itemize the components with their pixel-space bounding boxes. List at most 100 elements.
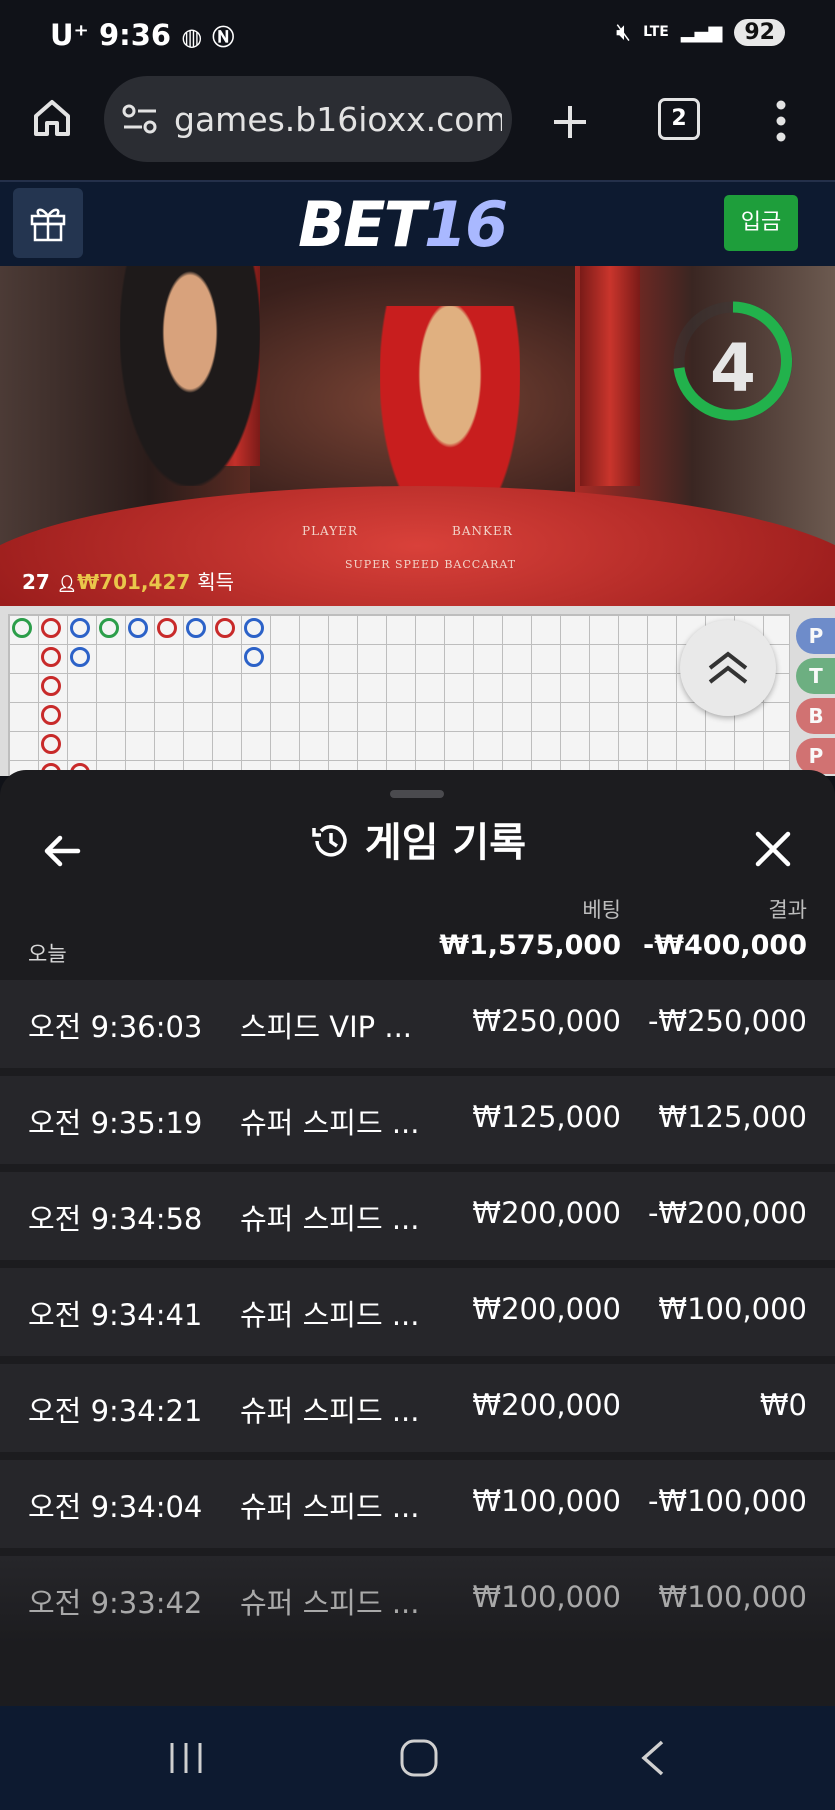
- network-label: LTE: [643, 24, 669, 40]
- bead-player: [70, 618, 90, 638]
- bead-tie: [12, 618, 32, 638]
- row-bet: ₩100,000: [472, 1484, 621, 1518]
- row-bet: ₩200,000: [472, 1292, 621, 1326]
- row-game: 슈퍼 스피드 ...: [240, 1490, 420, 1524]
- history-row[interactable]: 오전 9:34:41 슈퍼 스피드 ... ₩200,000 ₩100,000: [0, 1268, 835, 1356]
- home-icon[interactable]: [30, 96, 74, 140]
- bead-banker: [41, 676, 61, 696]
- felt-player-label: PLAYER: [302, 524, 358, 538]
- video-pillar: [580, 266, 640, 486]
- logo-number: 16: [423, 188, 508, 261]
- history-row[interactable]: 오전 9:34:04 슈퍼 스피드 ... ₩100,000 -₩100,000: [0, 1460, 835, 1548]
- row-bet: ₩100,000: [472, 1580, 621, 1614]
- player-count: 27: [22, 570, 50, 594]
- mute-icon: 🔇︎: [616, 18, 632, 46]
- row-result: ₩100,000: [658, 1292, 807, 1326]
- bead-banker: [41, 618, 61, 638]
- win-suffix: 획득: [197, 570, 235, 594]
- row-time: 오전 9:34:21: [28, 1394, 203, 1428]
- back-nav-icon[interactable]: [636, 1738, 670, 1778]
- bead-banker: [41, 647, 61, 667]
- side-button-tie[interactable]: T: [796, 658, 835, 694]
- url-text: games.b16ioxx.com/: [174, 100, 502, 139]
- bead-banker: [215, 618, 235, 638]
- row-result: -₩200,000: [647, 1196, 807, 1230]
- row-game: 슈퍼 스피드 ...: [240, 1586, 420, 1620]
- felt-banker-label: BANKER: [452, 524, 513, 538]
- recents-icon[interactable]: [166, 1740, 206, 1776]
- chevrons-up-icon: [708, 651, 748, 684]
- row-time: 오전 9:35:19: [28, 1106, 203, 1140]
- win-info: 27 👤︎₩701,427 획득: [22, 566, 234, 595]
- today-label: 오늘: [28, 942, 67, 966]
- menu-icon[interactable]: [766, 96, 796, 146]
- status-bar: U⁺ 9:36 ◍ Ⓝ 🔇︎ LTE ▂▄▆ 92: [0, 0, 835, 72]
- bead-banker: [157, 618, 177, 638]
- bead-player: [128, 618, 148, 638]
- carrier-label: U⁺: [50, 18, 89, 52]
- tabs-icon[interactable]: 2: [658, 98, 700, 140]
- column-header-bet: 베팅: [582, 898, 621, 922]
- status-time: U⁺ 9:36 ◍ Ⓝ: [50, 18, 234, 52]
- bead-player: [244, 647, 264, 667]
- row-bet: ₩200,000: [472, 1196, 621, 1230]
- row-game: 슈퍼 스피드 ...: [240, 1394, 420, 1428]
- history-row[interactable]: 오전 9:34:58 슈퍼 스피드 ... ₩200,000 -₩200,000: [0, 1172, 835, 1260]
- row-time: 오전 9:33:42: [28, 1586, 203, 1620]
- gift-icon: [30, 208, 66, 242]
- bead-player: [186, 618, 206, 638]
- site-header: BET16 입금: [0, 180, 835, 268]
- battery-badge: 92: [734, 18, 785, 46]
- system-nav-bar: [0, 1706, 835, 1810]
- win-amount: ₩701,427: [77, 570, 191, 594]
- site-logo[interactable]: BET16: [298, 188, 508, 261]
- row-bet: ₩200,000: [472, 1388, 621, 1422]
- row-result: -₩100,000: [647, 1484, 807, 1518]
- row-game: 스피드 VIP ...: [240, 1010, 413, 1044]
- nfc-icon: Ⓝ: [212, 26, 235, 51]
- drag-handle[interactable]: [390, 790, 444, 798]
- row-time: 오전 9:34:04: [28, 1490, 203, 1524]
- new-tab-icon[interactable]: [548, 100, 592, 144]
- signal-icon: ▂▄▆: [680, 21, 723, 43]
- bead-banker: [41, 705, 61, 725]
- browser-toolbar: games.b16ioxx.com/ 2: [0, 72, 835, 180]
- row-result: -₩250,000: [647, 1004, 807, 1038]
- row-game: 슈퍼 스피드 ...: [240, 1298, 420, 1332]
- row-result: ₩0: [759, 1388, 807, 1422]
- column-header-result: 결과: [768, 898, 807, 922]
- close-icon[interactable]: [748, 824, 798, 874]
- history-row[interactable]: 오전 9:35:19 슈퍼 스피드 ... ₩125,000 ₩125,000: [0, 1076, 835, 1164]
- panel-title: 게임 기록: [0, 810, 835, 868]
- sync-icon: ◍: [181, 23, 203, 51]
- deposit-button[interactable]: 입금: [724, 195, 798, 251]
- felt-game-label: SUPER SPEED BACCARAT: [345, 558, 517, 571]
- countdown-timer: 4: [710, 330, 756, 407]
- game-history-panel: 게임 기록 베팅 결과 오늘 ₩1,575,000 -₩400,000 오전 9…: [0, 770, 835, 1706]
- dealer-figure: [120, 266, 260, 486]
- address-bar[interactable]: games.b16ioxx.com/: [104, 76, 512, 162]
- row-time: 오전 9:36:03: [28, 1010, 203, 1044]
- logo-text: BET: [298, 188, 426, 261]
- side-button-player[interactable]: P: [796, 618, 835, 654]
- history-row[interactable]: 오전 9:36:03 스피드 VIP ... ₩250,000 -₩250,00…: [0, 980, 835, 1068]
- history-row[interactable]: 오전 9:34:21 슈퍼 스피드 ... ₩200,000 ₩0: [0, 1364, 835, 1452]
- expand-button[interactable]: [680, 620, 776, 716]
- bead-tie: [99, 618, 119, 638]
- side-button-banker[interactable]: B: [796, 698, 835, 734]
- panel-title-text: 게임 기록: [364, 820, 527, 866]
- home-nav-icon[interactable]: [398, 1738, 440, 1778]
- row-game: 슈퍼 스피드 ...: [240, 1202, 420, 1236]
- row-time: 오전 9:34:41: [28, 1298, 203, 1332]
- clock: 9:36: [98, 18, 172, 52]
- bead-road-grid: [8, 614, 790, 783]
- history-row[interactable]: 오전 9:33:42 슈퍼 스피드 ... ₩100,000 ₩100,000: [0, 1556, 835, 1644]
- side-button-extra[interactable]: P: [796, 738, 835, 774]
- gift-button[interactable]: [13, 188, 83, 258]
- row-result: ₩125,000: [658, 1100, 807, 1134]
- bead-banker: [41, 734, 61, 754]
- row-bet: ₩250,000: [472, 1004, 621, 1038]
- history-icon: [312, 825, 347, 857]
- site-settings-icon[interactable]: [122, 102, 158, 136]
- total-bet: ₩1,575,000: [439, 930, 621, 961]
